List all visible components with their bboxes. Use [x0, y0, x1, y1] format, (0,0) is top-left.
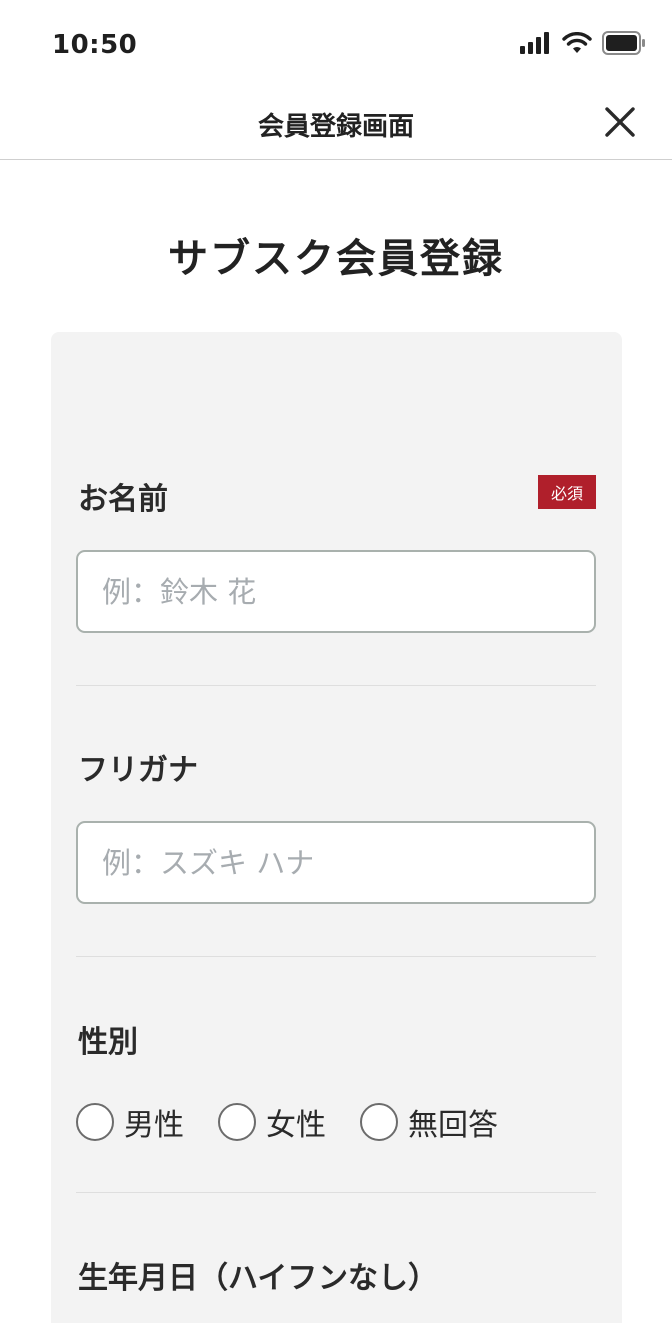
status-bar: 10:50 — [0, 0, 672, 90]
divider — [76, 685, 596, 686]
name-input[interactable] — [76, 550, 596, 633]
divider — [76, 1192, 596, 1193]
status-time: 10:50 — [52, 30, 138, 60]
wifi-icon — [562, 32, 592, 53]
gender-option-female[interactable]: 女性 — [218, 1100, 326, 1144]
radio-label: 男性 — [124, 1108, 184, 1143]
page-heading: サブスク会員登録 — [168, 236, 504, 282]
close-button[interactable] — [602, 104, 638, 140]
gender-option-male[interactable]: 男性 — [76, 1100, 184, 1144]
nav-title: 会員登録画面 — [257, 112, 414, 142]
gender-radio-group: 男性 女性 無回答 — [76, 1100, 498, 1144]
name-label: お名前 — [78, 482, 168, 517]
divider — [76, 956, 596, 957]
close-icon — [605, 107, 635, 137]
furigana-label: フリガナ — [78, 753, 198, 788]
cellular-signal-icon — [520, 32, 549, 54]
status-icons — [520, 30, 646, 56]
required-badge: 必須 — [538, 475, 596, 509]
furigana-input[interactable] — [76, 821, 596, 904]
battery-icon — [602, 31, 645, 55]
gender-label: 性別 — [78, 1025, 138, 1060]
gender-option-no-answer[interactable]: 無回答 — [360, 1100, 498, 1144]
birthdate-label: 生年月日（ハイフンなし） — [78, 1261, 438, 1296]
radio-button[interactable] — [360, 1103, 398, 1141]
registration-form: お名前 必須 フリガナ 性別 男性 女性 無回答 生年月日（ハイフンなし） — [51, 332, 622, 1323]
radio-button[interactable] — [76, 1103, 114, 1141]
radio-label: 女性 — [266, 1108, 326, 1143]
radio-button[interactable] — [218, 1103, 256, 1141]
nav-bar: 会員登録画面 — [0, 90, 672, 160]
radio-label: 無回答 — [408, 1108, 498, 1143]
